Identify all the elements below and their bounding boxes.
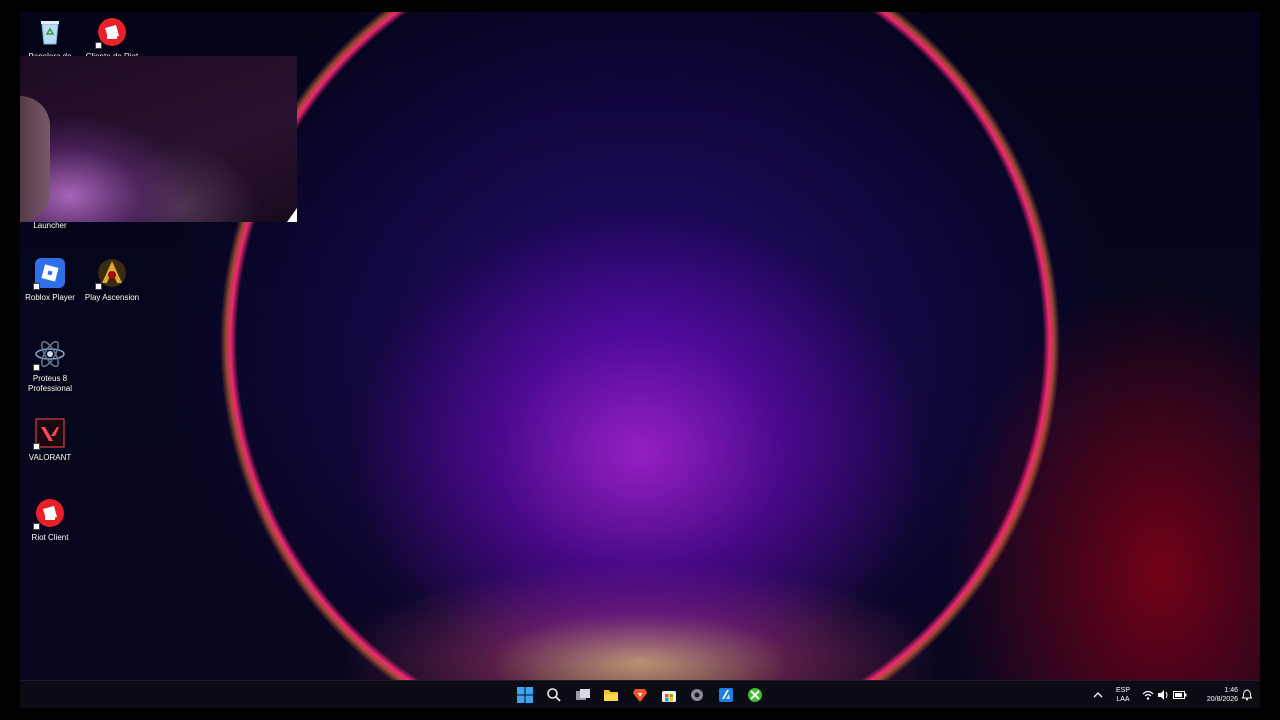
chevron-up-icon[interactable] [1089, 686, 1107, 704]
roblox-label: Roblox Player [25, 293, 75, 302]
clock-time: 1:46 [1224, 687, 1238, 694]
webcam-person [20, 96, 50, 222]
proteus-shortcut[interactable]: Proteus 8 Professional [20, 338, 82, 394]
riot-client-shortcut[interactable]: Riot Client [20, 497, 82, 543]
desktop-screen: Papelera de Cliente de Riot Launcher Rob… [20, 12, 1260, 708]
valorant-label: VALORANT [28, 453, 72, 462]
shortcut-arrow-icon [33, 364, 40, 371]
riot-client-icon [95, 16, 128, 49]
taskbar: ESP LAA 1:46 20/8/2026 [20, 680, 1260, 708]
riot-client-label: Riot Client [31, 533, 69, 542]
file-explorer-icon[interactable] [602, 686, 620, 704]
notification-bell-icon[interactable] [1238, 686, 1256, 704]
shortcut-arrow-icon [33, 283, 40, 290]
riot-client-icon [33, 497, 66, 530]
shortcut-arrow-icon [95, 283, 102, 290]
task-view-icon[interactable] [574, 686, 592, 704]
volume-icon[interactable] [1154, 686, 1172, 704]
ascension-icon [95, 257, 128, 290]
microsoft-store-icon[interactable] [660, 686, 678, 704]
play-ascension-label: Play Ascension [84, 293, 140, 302]
brave-browser-icon[interactable] [631, 686, 649, 704]
language-layout: LAA [1116, 696, 1130, 703]
valorant-icon [33, 417, 66, 450]
proteus-label: Proteus 8 Professional [27, 374, 73, 393]
valorant-shortcut[interactable]: VALORANT [20, 417, 82, 463]
settings-gear-icon[interactable] [688, 686, 706, 704]
battery-icon[interactable] [1171, 686, 1189, 704]
play-ascension-shortcut[interactable]: Play Ascension [80, 257, 144, 303]
shortcut-arrow-icon [95, 42, 102, 49]
launcher-label: Launcher [33, 221, 67, 230]
recycle-bin-icon [34, 16, 66, 48]
shortcut-arrow-icon [33, 443, 40, 450]
shortcut-arrow-icon [33, 523, 40, 530]
search-icon[interactable] [545, 686, 563, 704]
roblox-shortcut[interactable]: Roblox Player [20, 257, 82, 303]
webcam-overlay [20, 56, 297, 222]
azure-app-icon[interactable] [717, 686, 735, 704]
resize-handle-icon[interactable] [287, 208, 297, 222]
xbox-icon[interactable] [746, 686, 764, 704]
proteus-icon [33, 338, 66, 371]
clock[interactable]: 1:46 20/8/2026 [1190, 686, 1238, 704]
language-code: ESP [1115, 687, 1130, 694]
language-indicator[interactable]: ESP LAA [1110, 686, 1136, 704]
roblox-icon [33, 257, 66, 290]
clock-date: 20/8/2026 [1206, 696, 1238, 703]
windows-start-icon[interactable] [516, 686, 534, 704]
